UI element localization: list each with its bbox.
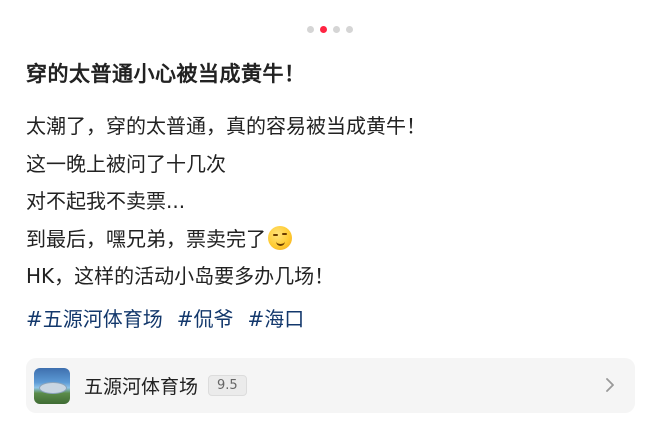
image-carousel-indicator [0, 26, 660, 33]
post-title: 穿的太普通小心被当成黄牛！ [26, 62, 306, 86]
carousel-dot[interactable] [307, 26, 314, 33]
post-body: 太潮了，穿的太普通，真的容易被当成黄牛！ 这一晚上被问了十几次 对不起我不卖票.… [26, 108, 636, 296]
location-card[interactable]: 五源河体育场 9.5 [26, 358, 635, 413]
post-line: 这一晚上被问了十几次 [26, 151, 226, 176]
post-line-text: 到最后，嘿兄弟，票卖完了 [26, 226, 266, 251]
chevron-right-icon [606, 378, 614, 392]
post-line: 对不起我不卖票... [26, 189, 186, 213]
hashtag-link[interactable]: #五源河体育场 [26, 303, 163, 332]
stadium-thumbnail [34, 367, 70, 404]
carousel-dot[interactable] [346, 26, 353, 33]
hashtag-list: #五源河体育场 #侃爷 #海口 [26, 303, 304, 332]
carousel-dot-active[interactable] [320, 26, 327, 33]
smirking-face-icon [268, 225, 292, 250]
post-line: HK，这样的活动小岛要多办几场！ [26, 264, 335, 288]
location-name: 五源河体育场 [84, 376, 199, 398]
carousel-dot[interactable] [333, 26, 340, 33]
hashtag-link[interactable]: #海口 [248, 303, 305, 332]
hashtag-link[interactable]: #侃爷 [177, 303, 234, 332]
post-line: 太潮了，穿的太普通，真的容易被当成黄牛！ [26, 114, 426, 138]
location-rating-badge: 9.5 [208, 375, 247, 396]
post-line-with-emoji: 到最后，嘿兄弟，票卖完了 [26, 221, 636, 259]
